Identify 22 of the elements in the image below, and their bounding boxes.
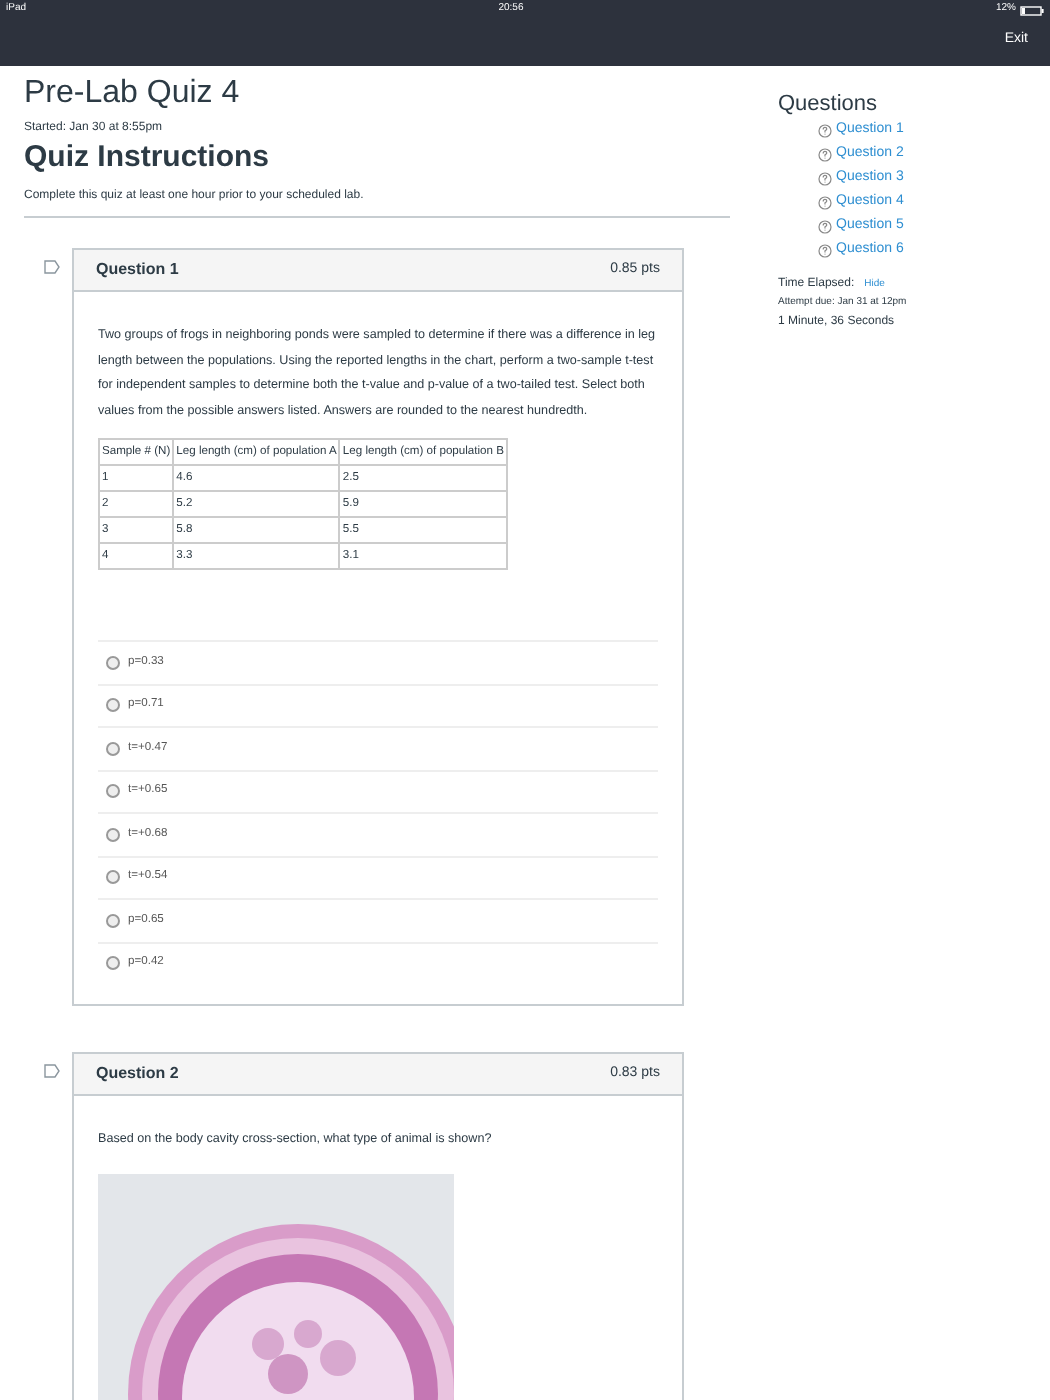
question-title: Question 2 (96, 1062, 179, 1086)
radio-button[interactable] (106, 784, 120, 799)
radio-button[interactable] (106, 741, 120, 756)
help-icon (818, 219, 832, 233)
help-icon (818, 195, 832, 209)
bookmark-icon[interactable] (44, 1064, 60, 1078)
question-title: Question 1 (96, 258, 179, 282)
help-icon (818, 171, 832, 185)
battery-icon (1019, 5, 1044, 15)
instructions-heading: Quiz Instructions (24, 140, 272, 176)
radio-button[interactable] (106, 698, 120, 713)
help-icon (818, 147, 832, 161)
radio-button[interactable] (106, 870, 120, 885)
help-icon (818, 123, 832, 137)
radio-button[interactable] (106, 655, 120, 670)
questions-heading: Questions (778, 92, 880, 118)
radio-button[interactable] (106, 913, 120, 928)
radio-button[interactable] (106, 956, 120, 971)
radio-button[interactable] (106, 827, 120, 842)
bookmark-icon[interactable] (44, 260, 60, 274)
help-icon (818, 243, 832, 257)
quiz-title: Pre-Lab Quiz 4 (24, 74, 242, 114)
